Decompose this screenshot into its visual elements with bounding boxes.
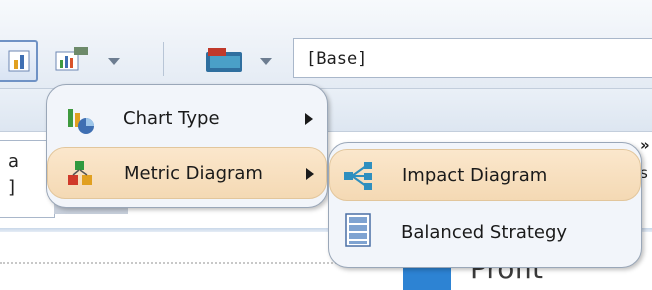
- menu-item-label: Balanced Strategy: [401, 222, 568, 243]
- chart-view-button[interactable]: [0, 40, 38, 82]
- chart-type-icon: [68, 109, 94, 134]
- impact-diagram-icon: [344, 162, 372, 190]
- menu-item-metric-diagram[interactable]: Metric Diagram: [47, 147, 327, 199]
- chevron-down-icon: [108, 58, 120, 65]
- metric-diagram-icon: [68, 161, 92, 185]
- context-menu: Chart Type Metric Diagram: [46, 84, 328, 208]
- chart-options-button[interactable]: [52, 42, 130, 76]
- menu-item-balanced-strategy[interactable]: Balanced Strategy: [329, 207, 641, 259]
- folder-icon: [206, 48, 242, 72]
- bar-chart-icon: [8, 50, 30, 72]
- submenu: Impact Diagram Balanced Strategy: [328, 142, 642, 268]
- balanced-strategy-icon: [345, 213, 371, 247]
- menu-item-impact-diagram[interactable]: Impact Diagram: [329, 149, 641, 201]
- menu-item-label: Metric Diagram: [124, 163, 263, 184]
- menu-item-chart-type[interactable]: Chart Type: [47, 93, 327, 145]
- submenu-arrow-icon: [306, 168, 314, 180]
- base-selector-button[interactable]: [200, 42, 280, 76]
- chart-settings-icon: [55, 47, 88, 71]
- toolbar-separator: [163, 42, 164, 76]
- base-combo-input[interactable]: [Base]: [293, 38, 652, 78]
- menu-item-label: Impact Diagram: [402, 165, 548, 186]
- submenu-arrow-icon: [305, 113, 313, 125]
- chevron-down-icon: [260, 58, 272, 65]
- menu-item-label: Chart Type: [123, 108, 220, 129]
- overflow-chevron-icon[interactable]: »: [640, 136, 650, 154]
